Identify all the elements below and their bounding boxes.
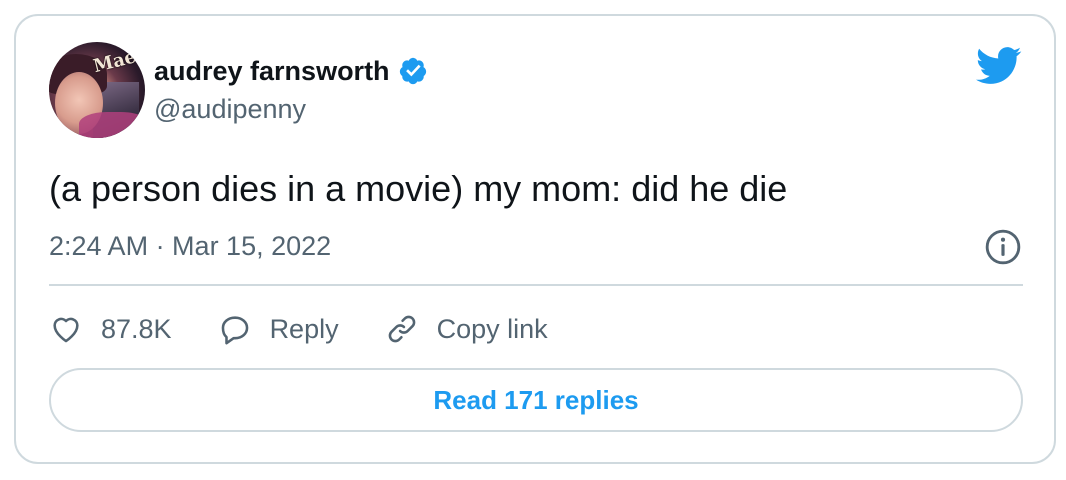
link-icon	[388, 315, 415, 343]
action-bar: 87.8K Reply Copy link	[49, 308, 594, 350]
info-icon[interactable]	[984, 228, 1022, 266]
heart-icon	[53, 317, 79, 343]
copy-link-button[interactable]: Copy link	[385, 312, 548, 346]
tweet-card: Maes audrey farnsworth @audipenny (a per…	[14, 14, 1056, 464]
twitter-bird-icon[interactable]	[976, 46, 1022, 86]
like-button[interactable]: 87.8K	[49, 312, 172, 346]
copy-link-label: Copy link	[436, 313, 548, 344]
reply-button[interactable]: Reply	[218, 312, 339, 346]
read-replies-button[interactable]: Read 171 replies	[49, 368, 1023, 432]
avatar[interactable]: Maes	[49, 42, 145, 138]
verified-badge-icon	[399, 57, 426, 85]
avatar-sign-text: Maes	[91, 43, 145, 78]
like-count: 87.8K	[101, 313, 172, 344]
author-name-row: audrey farnsworth	[154, 54, 428, 88]
reply-label: Reply	[269, 313, 339, 344]
author-handle[interactable]: @audipenny	[154, 94, 306, 125]
author-name[interactable]: audrey farnsworth	[154, 56, 390, 87]
tweet-text: (a person dies in a movie) my mom: did h…	[49, 168, 788, 209]
speech-bubble-icon	[221, 316, 248, 345]
divider	[49, 284, 1023, 286]
tweet-timestamp[interactable]: 2:24 AM · Mar 15, 2022	[49, 231, 331, 262]
